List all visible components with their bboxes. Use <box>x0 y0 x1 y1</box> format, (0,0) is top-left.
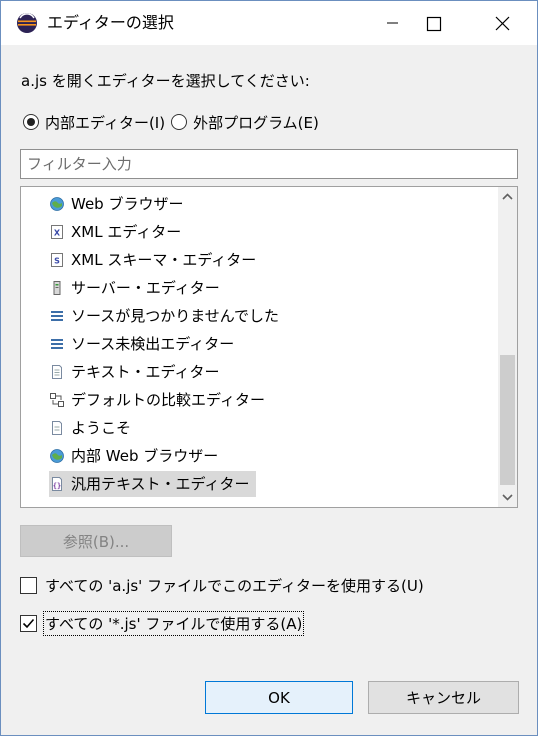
list-item-label: ソース未検出エディター <box>71 335 235 353</box>
list-item-label: 汎用テキスト・エディター <box>71 475 250 493</box>
list-item-label: デフォルトの比較エディター <box>71 391 265 409</box>
use-for-extension-option[interactable]: すべての '*.js' ファイルで使用する(A) <box>20 610 305 636</box>
checkmark-icon <box>22 618 35 628</box>
document-icon <box>52 421 62 435</box>
title-bar[interactable]: エディターの選択 <box>1 1 537 45</box>
ok-button[interactable]: OK <box>205 681 353 714</box>
list-item[interactable]: テキスト・エディター <box>49 359 226 385</box>
cancel-button[interactable]: キャンセル <box>368 681 519 714</box>
external-program-option[interactable]: 外部プログラム(E) <box>171 112 319 133</box>
scroll-up-icon[interactable] <box>498 187 517 207</box>
text-file-icon <box>52 365 62 379</box>
list-item[interactable]: サーバー・エディター <box>49 275 226 301</box>
use-for-extension-checkbox[interactable] <box>20 614 37 632</box>
compare-icon <box>50 393 64 407</box>
list-item[interactable]: ソースが見つかりませんでした <box>49 303 285 329</box>
list-item[interactable]: X XML エディター <box>49 219 187 245</box>
list-item-label: Web ブラウザー <box>71 195 184 213</box>
list-item[interactable]: Web ブラウザー <box>49 191 189 217</box>
server-icon <box>53 281 61 295</box>
use-for-file-checkbox[interactable] <box>20 576 37 594</box>
xml-file-icon: X <box>51 225 63 239</box>
close-button[interactable] <box>479 1 537 45</box>
use-for-file-label[interactable]: すべての 'a.js' ファイルでこのエディターを使用する(U) <box>45 575 424 596</box>
eclipse-icon <box>17 13 37 33</box>
list-item[interactable]: ようこそ <box>49 415 137 441</box>
internal-editor-option[interactable]: 内部エディター(I) <box>23 112 165 133</box>
use-for-extension-label[interactable]: すべての '*.js' ファイルで使用する(A) <box>42 610 305 636</box>
list-scrollbar[interactable] <box>498 187 517 507</box>
list-item-label: ようこそ <box>71 419 132 437</box>
source-lines-icon <box>51 311 63 321</box>
list-item[interactable]: S XML スキーマ・エディター <box>49 247 262 273</box>
editor-list[interactable]: Web ブラウザー X XML エディター S XML スキーマ・エディター サーバー・エ… <box>20 186 518 508</box>
source-lines-icon <box>51 339 63 349</box>
list-item[interactable]: デフォルトの比較エディター <box>49 387 271 413</box>
svg-text:{}: {} <box>53 482 61 490</box>
filter-input[interactable] <box>20 149 518 179</box>
prompt-text: a.js を開くエディターを選択してください: <box>21 72 310 90</box>
list-item-label: 内部 Web ブラウザー <box>71 447 219 465</box>
list-item[interactable]: {} 汎用テキスト・エディター <box>49 471 256 497</box>
svg-text:X: X <box>54 229 61 238</box>
external-program-label[interactable]: 外部プログラム(E) <box>193 112 319 133</box>
internal-editor-radio[interactable] <box>23 114 39 130</box>
generic-text-editor-icon: {} <box>52 477 62 491</box>
svg-text:S: S <box>54 257 60 266</box>
scroll-thumb[interactable] <box>500 355 515 485</box>
internal-editor-label[interactable]: 内部エディター(I) <box>45 112 165 133</box>
close-icon <box>495 16 510 31</box>
list-item[interactable]: ソース未検出エディター <box>49 331 240 357</box>
list-item-label: サーバー・エディター <box>71 279 220 297</box>
scroll-down-icon[interactable] <box>498 487 517 507</box>
minimize-button[interactable] <box>363 1 421 45</box>
list-item-label: ソースが見つかりませんでした <box>71 307 280 325</box>
list-item-label: XML スキーマ・エディター <box>71 251 257 269</box>
editor-type-radio-group: 内部エディター(I) 外部プログラム(E) <box>23 111 325 133</box>
maximize-button[interactable] <box>421 1 479 45</box>
globe-icon <box>50 449 64 463</box>
schema-file-icon: S <box>51 253 63 267</box>
browse-button[interactable]: 参照(B)... <box>20 525 172 557</box>
external-program-radio[interactable] <box>171 114 188 130</box>
list-item-label: XML エディター <box>71 223 182 241</box>
list-item-label: テキスト・エディター <box>71 363 220 381</box>
use-for-file-option[interactable]: すべての 'a.js' ファイルでこのエディターを使用する(U) <box>20 573 424 597</box>
window-title: エディターの選択 <box>47 13 174 32</box>
minimize-icon <box>387 22 398 24</box>
list-item[interactable]: 内部 Web ブラウザー <box>49 443 224 469</box>
globe-icon <box>50 197 64 211</box>
dialog-window: エディターの選択 a.js を開くエディターを選択してください: 内部エディター… <box>0 0 538 736</box>
maximize-icon <box>426 16 442 32</box>
